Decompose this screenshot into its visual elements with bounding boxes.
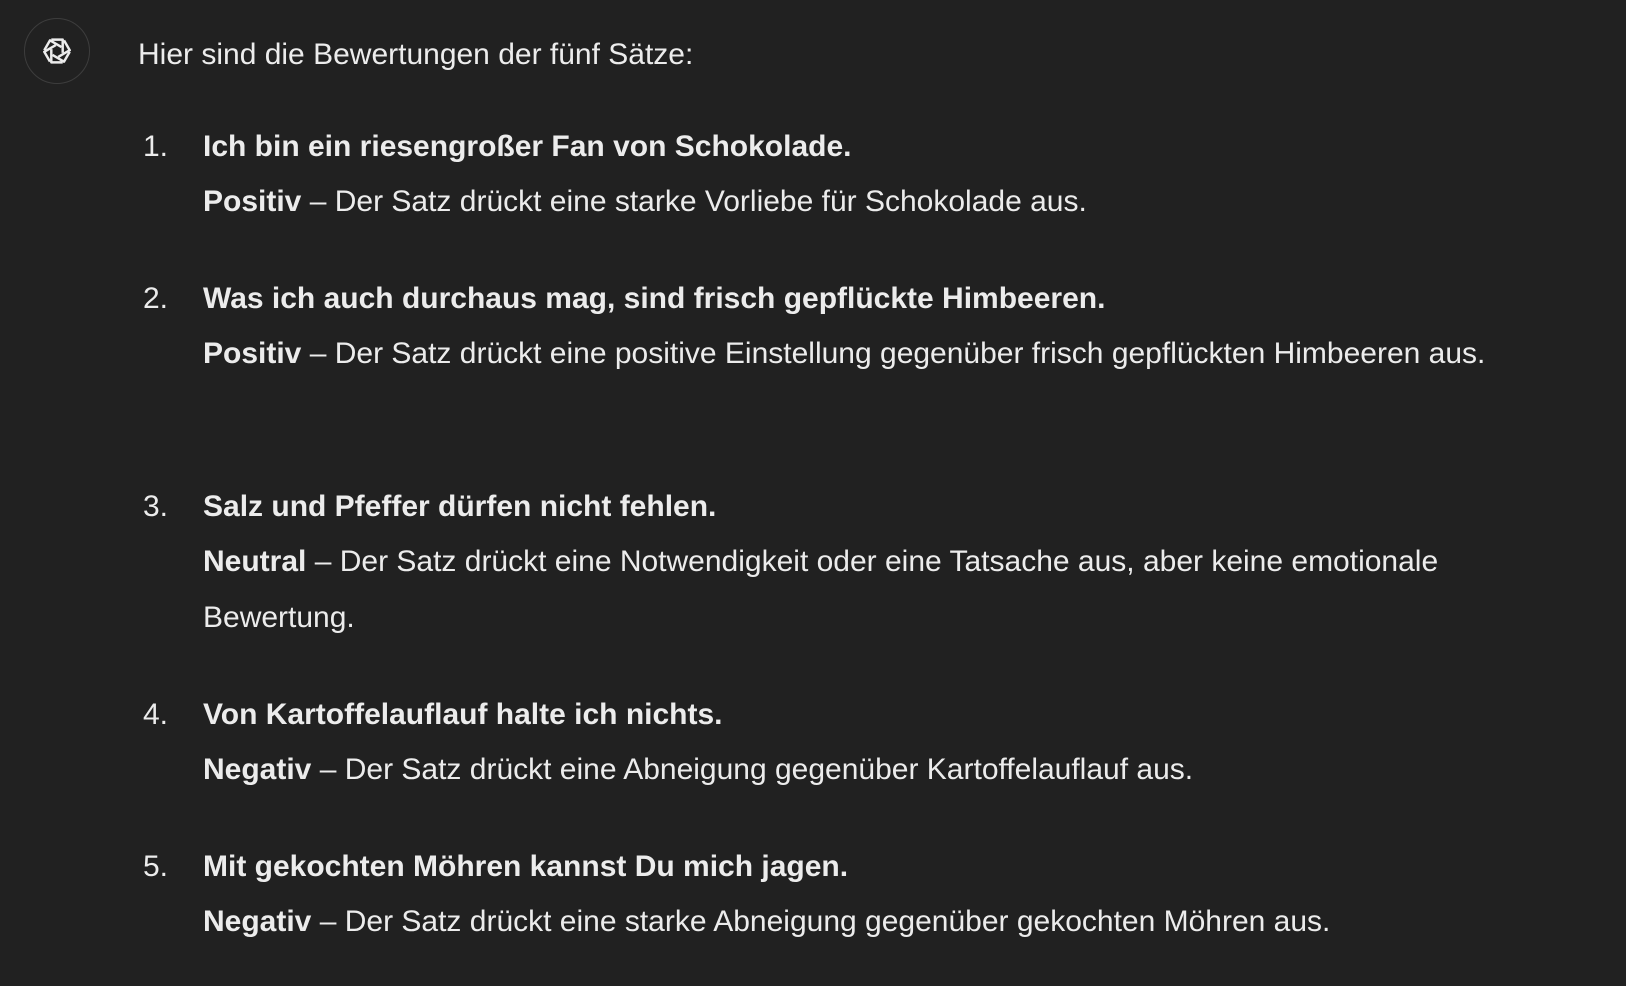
rating-explanation: – Der Satz drückt eine Abneigung gegenüb… bbox=[311, 753, 1194, 786]
list-item-content: Salz und Pfeffer dürfen nicht fehlen. Ne… bbox=[203, 487, 1598, 646]
sentence-text: Mit gekochten Möhren kannst Du mich jage… bbox=[203, 850, 849, 883]
sentence-text: Ich bin ein riesengroßer Fan von Schokol… bbox=[203, 130, 852, 163]
list-item-content: Von Kartoffelauflauf halte ich nichts. N… bbox=[203, 695, 1598, 798]
rating-explanation: – Der Satz drückt eine starke Abneigung … bbox=[311, 905, 1331, 938]
rating-label: Neutral bbox=[203, 545, 307, 578]
rating-line: Positiv – Der Satz drückt eine positive … bbox=[203, 326, 1598, 382]
rating-explanation: – Der Satz drückt eine positive Einstell… bbox=[301, 337, 1486, 370]
rating-line: Neutral – Der Satz drückt eine Notwendig… bbox=[203, 534, 1598, 646]
list-item-content: Ich bin ein riesengroßer Fan von Schokol… bbox=[203, 127, 1598, 230]
sentence-text: Was ich auch durchaus mag, sind frisch g… bbox=[203, 282, 1106, 315]
list-item-content: Mit gekochten Möhren kannst Du mich jage… bbox=[203, 847, 1598, 950]
openai-logo-icon bbox=[43, 38, 71, 64]
list-number: 2. bbox=[143, 282, 169, 315]
rating-explanation: – Der Satz drückt eine starke Vorliebe f… bbox=[301, 185, 1087, 218]
list-number: 4. bbox=[143, 698, 169, 731]
sentence-text: Salz und Pfeffer dürfen nicht fehlen. bbox=[203, 490, 717, 523]
list-number: 1. bbox=[143, 130, 169, 163]
rating-line: Negativ – Der Satz drückt eine Abneigung… bbox=[203, 742, 1598, 798]
list-number: 5. bbox=[143, 850, 169, 883]
assistant-avatar bbox=[24, 18, 90, 84]
list-number: 3. bbox=[143, 490, 169, 523]
message-intro: Hier sind die Bewertungen der fünf Sätze… bbox=[138, 38, 694, 71]
rating-line: Positiv – Der Satz drückt eine starke Vo… bbox=[203, 174, 1598, 230]
sentence-text: Von Kartoffelauflauf halte ich nichts. bbox=[203, 698, 723, 731]
rating-label: Negativ bbox=[203, 753, 312, 786]
list-item-content: Was ich auch durchaus mag, sind frisch g… bbox=[203, 279, 1598, 382]
rating-label: Negativ bbox=[203, 905, 312, 938]
rating-label: Positiv bbox=[203, 337, 302, 370]
rating-line: Negativ – Der Satz drückt eine starke Ab… bbox=[203, 894, 1598, 950]
rating-label: Positiv bbox=[203, 185, 302, 218]
rating-explanation: – Der Satz drückt eine Notwendigkeit ode… bbox=[203, 545, 1439, 634]
